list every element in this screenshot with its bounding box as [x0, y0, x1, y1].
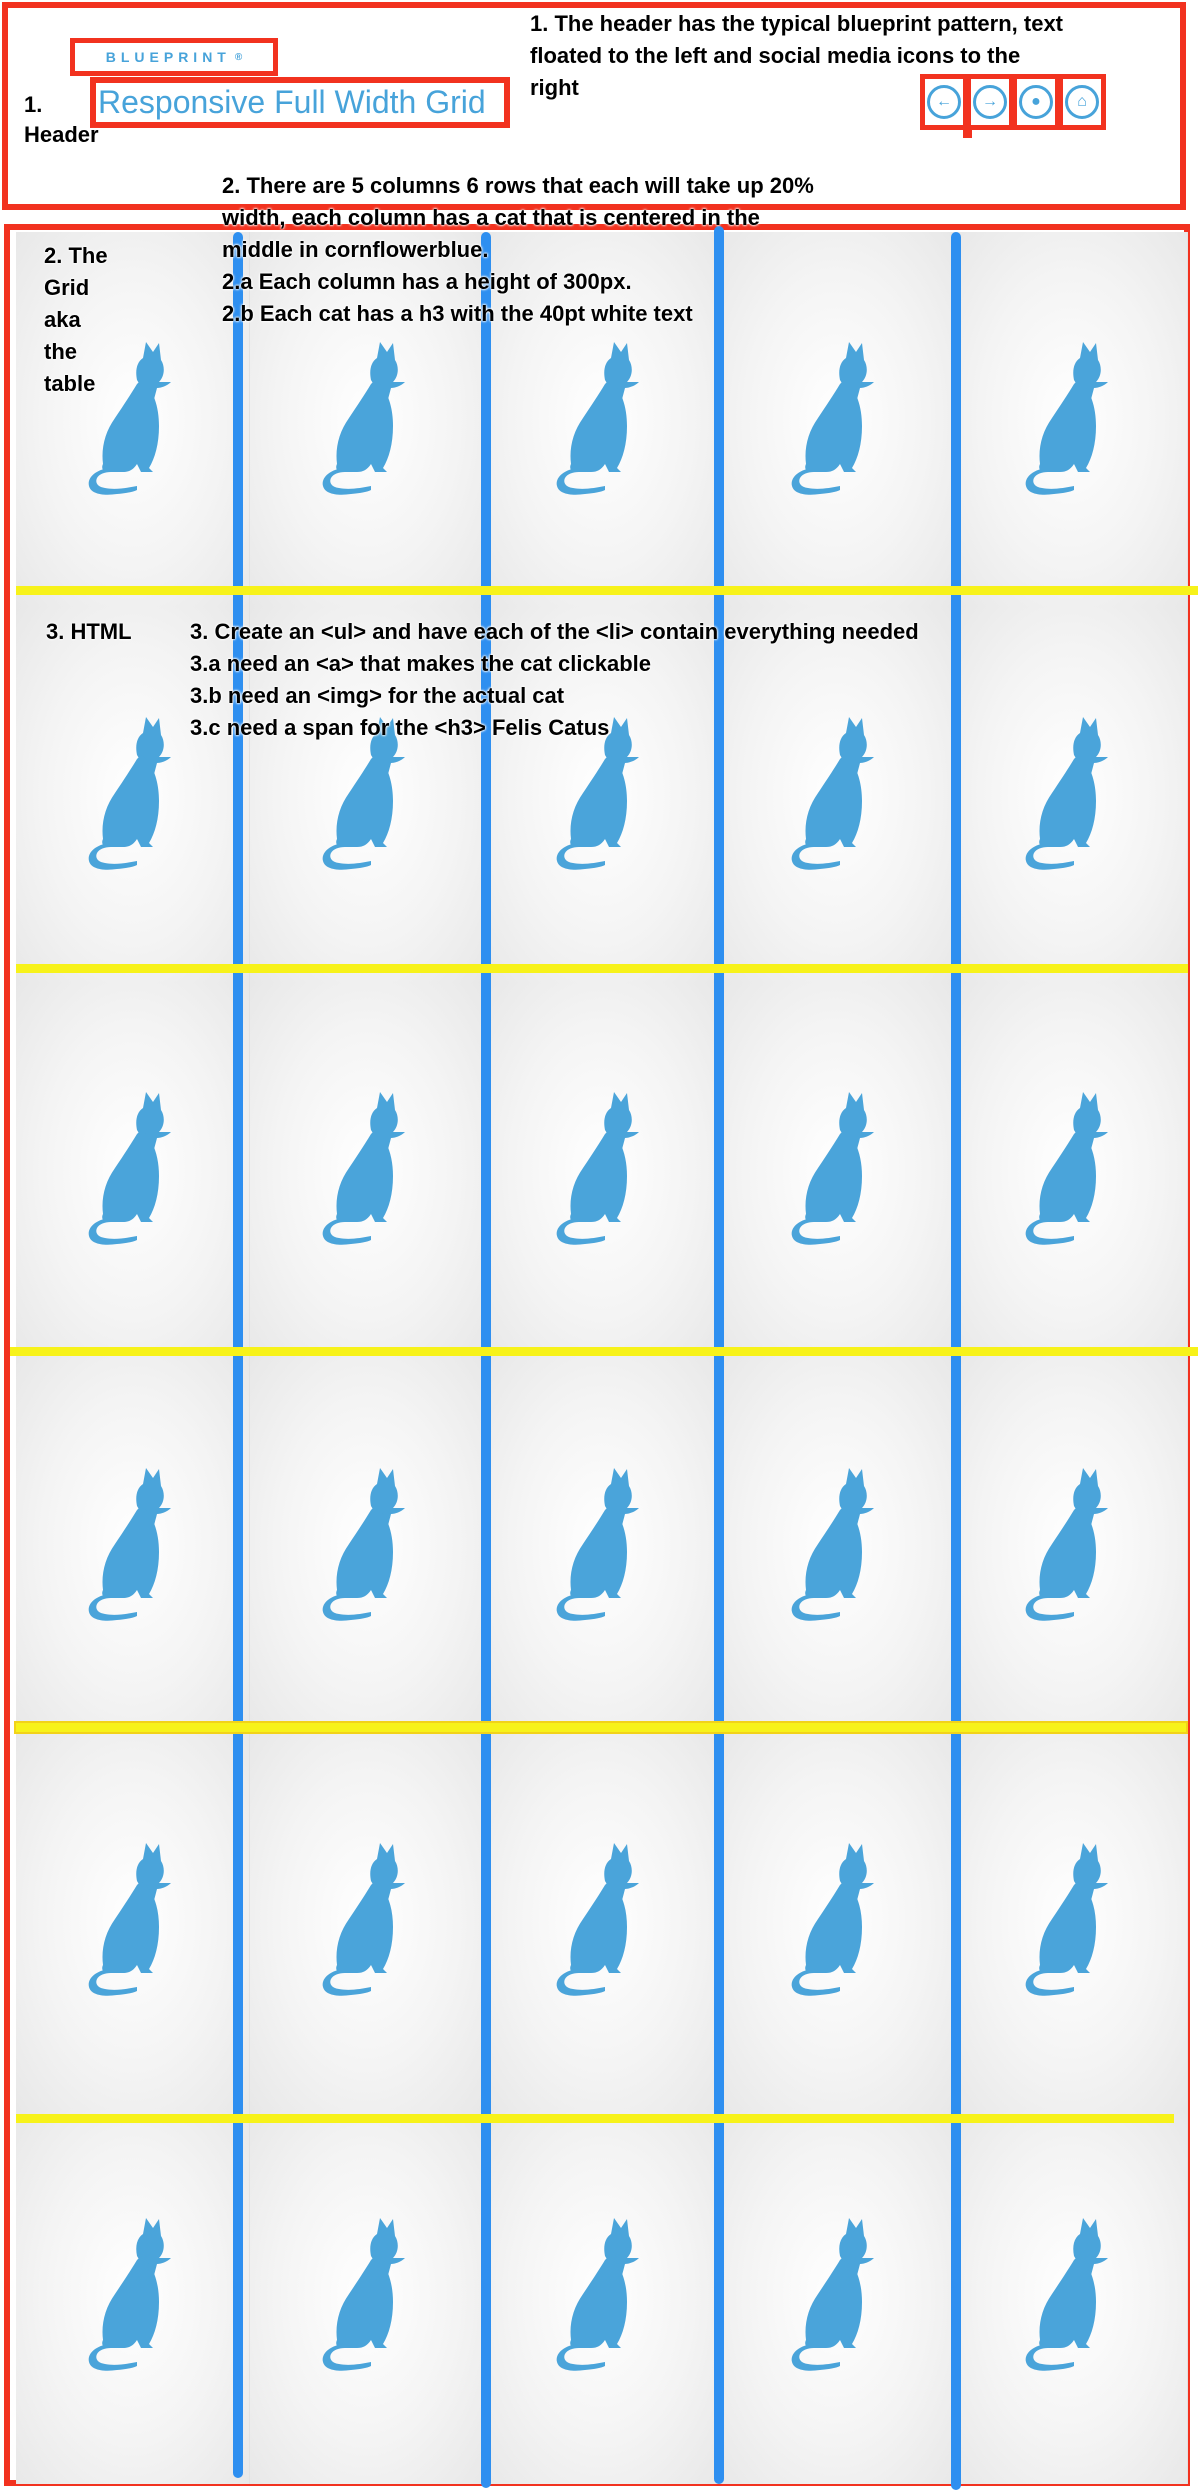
grid-cell: Felis Catus: [953, 982, 1188, 1358]
grid-cell: Felis Catus: [250, 1733, 485, 2109]
grid-cell: Felis Catus: [250, 2108, 485, 2484]
cat-link[interactable]: Felis Catus: [317, 2216, 417, 2376]
cat-icon: [791, 341, 874, 495]
cat-link[interactable]: Felis Catus: [551, 2216, 651, 2376]
annotation-header-label: 1. Header: [24, 92, 99, 147]
cat-link[interactable]: Felis Catus: [1020, 715, 1120, 875]
cat-link[interactable]: Felis Catus: [551, 340, 651, 500]
cat-link[interactable]: Felis Catus: [786, 1841, 886, 2001]
page-title-box: Responsive Full Width Grid: [90, 77, 510, 128]
cat-icon: [1025, 716, 1109, 870]
grid-cell: Felis Catus: [16, 982, 251, 1358]
cat-link[interactable]: Felis Catus: [83, 1090, 183, 1250]
cat-grid: Felis Catus Felis Catus Felis Catus Felis C…: [16, 232, 1188, 2484]
cat-link[interactable]: Felis Catus: [83, 715, 183, 875]
logo-registered-mark: ®: [234, 51, 243, 63]
cat-link[interactable]: Felis Catus: [786, 1466, 886, 1626]
grid-cell: Felis Catus: [719, 2108, 954, 2484]
cat-icon: [791, 1467, 874, 1621]
cat-icon: [322, 2218, 406, 2372]
cat-icon: [322, 1092, 406, 1246]
cat-link[interactable]: Felis Catus: [83, 1841, 183, 2001]
cat-link[interactable]: Felis Catus: [317, 1841, 417, 2001]
cat-link[interactable]: Felis Catus: [1020, 2216, 1120, 2376]
grid-cell: Felis Catus: [16, 1358, 251, 1734]
blueprint-logo[interactable]: BLUEPRINT ®: [70, 38, 278, 76]
cat-link[interactable]: Felis Catus: [786, 2216, 886, 2376]
grid-cell: Felis Catus: [953, 1358, 1188, 1734]
cat-link[interactable]: Felis Catus: [551, 1090, 651, 1250]
annotation-html-label: 3. HTML: [46, 619, 132, 644]
cat-icon: [88, 1467, 171, 1621]
cat-icon: [88, 2218, 171, 2372]
cat-link[interactable]: Felis Catus: [786, 1090, 886, 1250]
column-divider-marker: [481, 232, 491, 2488]
cat-icon: [791, 1842, 874, 1996]
grid-cell: Felis Catus: [484, 1358, 720, 1734]
cat-link[interactable]: Felis Catus: [83, 2216, 183, 2376]
cat-icon: [1025, 341, 1109, 495]
grid-cell: Felis Catus: [250, 1358, 485, 1734]
cat-icon: [88, 1092, 171, 1246]
grid-cell: Felis Catus: [953, 607, 1188, 983]
grid-cell: Felis Catus: [484, 1733, 720, 2109]
column-divider-marker: [951, 232, 961, 2490]
cat-link[interactable]: Felis Catus: [551, 1466, 651, 1626]
cat-link[interactable]: Felis Catus: [786, 340, 886, 500]
cat-icon: [1025, 2218, 1109, 2372]
row-divider-marker: [14, 1721, 1188, 1734]
grid-cell: Felis Catus: [953, 2108, 1188, 2484]
row-divider-marker: [16, 586, 1198, 595]
cat-icon: [88, 1842, 171, 1996]
inbox-icon: ⌂: [1065, 85, 1099, 119]
cat-icon: [322, 1842, 406, 1996]
cat-icon: [322, 1467, 406, 1621]
logo-text: BLUEPRINT: [105, 49, 231, 65]
grid-cell: Felis Catus: [719, 1358, 954, 1734]
row-divider-marker: [16, 2114, 1174, 2123]
grid-cell: Felis Catus: [484, 2108, 720, 2484]
cat-link[interactable]: Felis Catus: [1020, 1466, 1120, 1626]
grid-cell: Felis Catus: [953, 232, 1188, 608]
cat-icon: [557, 1092, 640, 1246]
cat-icon: [791, 2218, 874, 2372]
cat-link[interactable]: Felis Catus: [1020, 340, 1120, 500]
cat-icon: [557, 1467, 640, 1621]
annotation-html-note: 3. Create an <ul> and have each of the <…: [190, 619, 919, 740]
cat-icon: [1025, 1842, 1109, 1996]
cat-link[interactable]: Felis Catus: [1020, 1841, 1120, 2001]
cat-icon: [791, 1092, 874, 1246]
cat-link[interactable]: Felis Catus: [317, 1090, 417, 1250]
grid-cell: Felis Catus: [16, 1733, 251, 2109]
grid-cell: Felis Catus: [953, 1733, 1188, 2109]
grid-cell: Felis Catus: [16, 2108, 251, 2484]
cat-link[interactable]: Felis Catus: [83, 1466, 183, 1626]
cat-icon: [1025, 1467, 1109, 1621]
cat-link[interactable]: Felis Catus: [1020, 1090, 1120, 1250]
cat-icon: [322, 341, 406, 495]
annotation-grid-label: 2. The Grid aka the table: [44, 243, 108, 396]
icon-button-4[interactable]: ⌂: [1058, 74, 1106, 130]
cat-link[interactable]: Felis Catus: [551, 1841, 651, 2001]
cat-icon: [1025, 1092, 1109, 1246]
cat-icon: [557, 2218, 640, 2372]
cat-link[interactable]: Felis Catus: [317, 340, 417, 500]
annotation-grid-note: 2. There are 5 columns 6 rows that each …: [222, 173, 814, 326]
cat-link[interactable]: Felis Catus: [317, 1466, 417, 1626]
cat-icon: [557, 341, 640, 495]
grid-cell: Felis Catus: [250, 982, 485, 1358]
cat-icon: [88, 716, 171, 870]
cat-icon: [557, 1842, 640, 1996]
row-divider-marker: [10, 1347, 1198, 1356]
grid-cell: Felis Catus: [719, 982, 954, 1358]
grid-cell: Felis Catus: [484, 982, 720, 1358]
annotation-header-note: 1. The header has the typical blueprint …: [530, 11, 1064, 100]
page-title: Responsive Full Width Grid: [98, 84, 486, 120]
row-divider-marker: [16, 964, 1188, 973]
grid-cell: Felis Catus: [719, 1733, 954, 2109]
